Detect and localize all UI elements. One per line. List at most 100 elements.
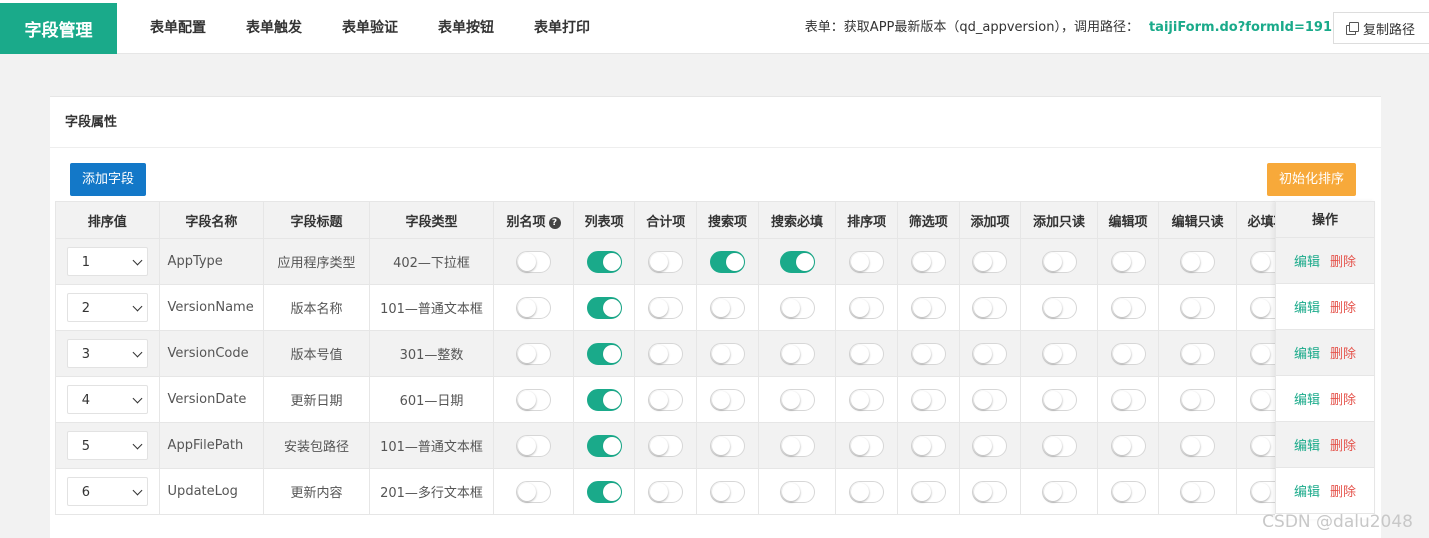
edit-link[interactable]: 编辑 <box>1294 251 1320 270</box>
toggle-order[interactable] <box>849 296 885 319</box>
delete-link[interactable]: 删除 <box>1330 297 1356 316</box>
toggle-add-readonly[interactable] <box>1041 342 1077 365</box>
toggle-add-readonly[interactable] <box>1041 388 1077 411</box>
toggle-edit-readonly[interactable] <box>1180 388 1216 411</box>
toggle-total[interactable] <box>648 250 684 273</box>
sort-select[interactable]: 4 <box>66 385 148 414</box>
toggle-list[interactable] <box>586 296 622 319</box>
toggle-alias[interactable] <box>515 434 551 457</box>
toggle-required[interactable] <box>1249 250 1275 273</box>
sort-select[interactable]: 3 <box>66 339 148 368</box>
toggle-edit-readonly[interactable] <box>1180 342 1216 365</box>
toggle-edit-readonly[interactable] <box>1180 250 1216 273</box>
edit-link[interactable]: 编辑 <box>1294 297 1320 316</box>
toggle-edit-readonly[interactable] <box>1180 296 1216 319</box>
delete-link[interactable]: 删除 <box>1330 389 1356 408</box>
toggle-edit[interactable] <box>1110 388 1146 411</box>
toggle-search[interactable] <box>709 434 745 457</box>
sort-select[interactable]: 5 <box>66 431 148 460</box>
toggle-list[interactable] <box>586 480 622 503</box>
toggle-total[interactable] <box>648 342 684 365</box>
toggle-search-required[interactable] <box>779 296 815 319</box>
toggle-list[interactable] <box>586 388 622 411</box>
toggle-total[interactable] <box>648 388 684 411</box>
tab-form-trigger[interactable]: 表单触发 <box>226 0 322 54</box>
init-sort-button[interactable]: 初始化排序 <box>1267 163 1357 196</box>
copy-path-button[interactable]: 复制路径 <box>1333 12 1429 44</box>
toggle-add[interactable] <box>972 388 1008 411</box>
toggle-edit[interactable] <box>1110 480 1146 503</box>
tab-form-print[interactable]: 表单打印 <box>514 0 610 54</box>
toggle-search[interactable] <box>709 480 745 503</box>
sort-select[interactable]: 6 <box>66 477 148 506</box>
toggle-search[interactable] <box>709 250 745 273</box>
toggle-edit-readonly[interactable] <box>1180 480 1216 503</box>
tab-form-buttons[interactable]: 表单按钮 <box>418 0 514 54</box>
edit-link[interactable]: 编辑 <box>1294 389 1320 408</box>
toggle-filter[interactable] <box>910 296 946 319</box>
edit-link[interactable]: 编辑 <box>1294 343 1320 362</box>
edit-link[interactable]: 编辑 <box>1294 481 1320 500</box>
sort-select[interactable]: 1 <box>66 247 148 276</box>
toggle-search[interactable] <box>709 296 745 319</box>
toggle-edit-readonly[interactable] <box>1180 434 1216 457</box>
toggle-required[interactable] <box>1249 480 1275 503</box>
toggle-total[interactable] <box>648 480 684 503</box>
toggle-add-readonly[interactable] <box>1041 480 1077 503</box>
toggle-edit[interactable] <box>1110 434 1146 457</box>
toggle-search[interactable] <box>709 342 745 365</box>
toggle-order[interactable] <box>849 480 885 503</box>
toggle-required[interactable] <box>1249 342 1275 365</box>
toggle-edit[interactable] <box>1110 342 1146 365</box>
toggle-add-readonly[interactable] <box>1041 434 1077 457</box>
toggle-required[interactable] <box>1249 296 1275 319</box>
toggle-alias[interactable] <box>515 250 551 273</box>
toggle-filter[interactable] <box>910 434 946 457</box>
toggle-search-required[interactable] <box>779 480 815 503</box>
toggle-alias[interactable] <box>515 342 551 365</box>
toggle-filter[interactable] <box>910 342 946 365</box>
toggle-total[interactable] <box>648 434 684 457</box>
toggle-filter[interactable] <box>910 388 946 411</box>
toggle-list[interactable] <box>586 250 622 273</box>
toggle-add[interactable] <box>972 296 1008 319</box>
toggle-edit[interactable] <box>1110 250 1146 273</box>
toggle-order[interactable] <box>849 388 885 411</box>
toggle-edit[interactable] <box>1110 296 1146 319</box>
toggle-list[interactable] <box>586 342 622 365</box>
toggle-search-required[interactable] <box>779 250 815 273</box>
delete-link[interactable]: 删除 <box>1330 343 1356 362</box>
delete-link[interactable]: 删除 <box>1330 251 1356 270</box>
toggle-alias[interactable] <box>515 480 551 503</box>
brand-title[interactable]: 字段管理 <box>0 3 117 54</box>
toggle-add[interactable] <box>972 434 1008 457</box>
toggle-search-required[interactable] <box>779 434 815 457</box>
toggle-list[interactable] <box>586 434 622 457</box>
toggle-alias[interactable] <box>515 388 551 411</box>
toggle-search[interactable] <box>709 388 745 411</box>
toggle-alias[interactable] <box>515 296 551 319</box>
toggle-order[interactable] <box>849 434 885 457</box>
toggle-add-readonly[interactable] <box>1041 296 1077 319</box>
toggle-required[interactable] <box>1249 388 1275 411</box>
toggle-add-readonly[interactable] <box>1041 250 1077 273</box>
toggle-filter[interactable] <box>910 250 946 273</box>
toggle-order[interactable] <box>849 250 885 273</box>
fields-table-scroll[interactable]: 排序值 字段名称 字段标题 字段类型 别名项? 列表项 合计项 搜索项 搜索必填… <box>55 201 1275 519</box>
tab-form-config[interactable]: 表单配置 <box>130 0 226 54</box>
toggle-order[interactable] <box>849 342 885 365</box>
toggle-add[interactable] <box>972 480 1008 503</box>
edit-link[interactable]: 编辑 <box>1294 435 1320 454</box>
tab-form-validation[interactable]: 表单验证 <box>322 0 418 54</box>
toggle-total[interactable] <box>648 296 684 319</box>
delete-link[interactable]: 删除 <box>1330 481 1356 500</box>
toggle-filter[interactable] <box>910 480 946 503</box>
delete-link[interactable]: 删除 <box>1330 435 1356 454</box>
toggle-search-required[interactable] <box>779 388 815 411</box>
toggle-search-required[interactable] <box>779 342 815 365</box>
toggle-add[interactable] <box>972 342 1008 365</box>
toggle-required[interactable] <box>1249 434 1275 457</box>
sort-select[interactable]: 2 <box>66 293 148 322</box>
question-circle-icon[interactable]: ? <box>548 216 561 229</box>
toggle-add[interactable] <box>972 250 1008 273</box>
